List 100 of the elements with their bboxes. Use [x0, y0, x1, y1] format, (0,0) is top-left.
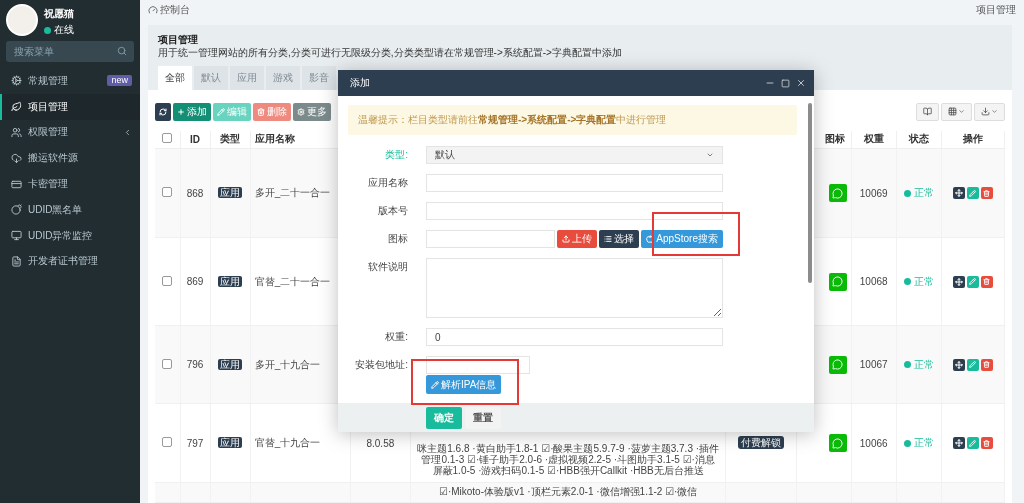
- pencil-icon: [431, 380, 439, 389]
- table-cell-text: 咪主题1.6.8 ·黄白助手1.8-1 ☑·酸果主题5.9.7-9 ·菠萝主题3.7.3 ·插件管理0.1-3 ☑·锤子助手2.0-6 ·虚拟视频2.2-5 ·斗图助手3.1-5 ☑·消息屏蔽1.0-5 ·游戏扫码0.1-5 ☑·HBB强开Callkit ·HBB无后台推送: [416, 443, 721, 478]
- upload-icon: [562, 235, 571, 243]
- toggle-view-button[interactable]: [916, 102, 939, 121]
- menu-item[interactable]: 搬运软件源: [0, 145, 140, 172]
- breadcrumb-current: 项目管理: [976, 2, 1016, 17]
- plus-icon: [177, 107, 185, 116]
- type-tag: 应用: [218, 437, 243, 448]
- drag-button[interactable]: [952, 187, 965, 199]
- chat-app-icon: [828, 184, 847, 202]
- menu-search-field[interactable]: 搜索菜单: [6, 41, 134, 62]
- menu-item[interactable]: 常规管理 new: [0, 68, 140, 94]
- delete-button[interactable]: [980, 187, 993, 199]
- download-icon: [981, 107, 990, 116]
- menu-item[interactable]: UDID黑名单: [0, 197, 140, 223]
- caret-icon: [991, 108, 998, 115]
- table-cell: 869: [186, 276, 204, 287]
- users-icon: [11, 127, 22, 138]
- menu-item[interactable]: 项目管理: [0, 93, 140, 120]
- pencil-icon: [969, 278, 977, 285]
- panel-description: 用于统一管理网站的所有分类,分类可进行无限级分类,分类类型请在常规管理->系统配置->字典配置中添加: [158, 45, 623, 60]
- grid-icon: [948, 107, 957, 116]
- pay-tag: 付费解锁: [738, 436, 784, 449]
- dialog-title: 添加: [350, 76, 371, 90]
- trash-icon: [983, 278, 991, 285]
- table-cell: 多开_二十一合一: [254, 187, 331, 198]
- input-field[interactable]: [426, 230, 556, 248]
- close-icon[interactable]: [796, 78, 806, 88]
- pencil-icon: [969, 361, 977, 368]
- delete-button[interactable]: [980, 275, 993, 288]
- input-field[interactable]: 0: [426, 328, 723, 346]
- menu-item[interactable]: 权限管理: [0, 119, 140, 146]
- field-label: 应用名称: [367, 176, 408, 190]
- avatar: [6, 4, 38, 36]
- status-label: 正常: [903, 436, 934, 450]
- refresh-button[interactable]: [155, 102, 171, 121]
- table-cell: 8.0.58: [366, 437, 395, 449]
- status-label: 正常: [903, 357, 934, 372]
- type-tag: 应用: [218, 187, 243, 198]
- more-button[interactable]: 更多: [293, 102, 331, 121]
- column-header: 权重: [851, 130, 897, 149]
- table-cell: 多开_十九合一: [254, 358, 321, 370]
- field-label: 图标: [387, 232, 408, 246]
- drag-button[interactable]: [952, 437, 965, 449]
- online-dot: [44, 26, 51, 34]
- menu-item[interactable]: 开发者证书管理: [0, 248, 140, 275]
- field-label: 软件说明: [367, 260, 408, 274]
- breadcrumb-link[interactable]: 控制台: [160, 2, 190, 17]
- leaf-icon: [11, 101, 22, 113]
- row-checkbox[interactable]: [162, 358, 173, 369]
- trash-icon: [983, 189, 991, 197]
- input-field[interactable]: [426, 202, 723, 220]
- menu-item[interactable]: UDID异常监控: [0, 222, 140, 249]
- search-icon: [117, 46, 127, 56]
- input-field[interactable]: [426, 174, 723, 192]
- row-checkbox[interactable]: [162, 275, 173, 286]
- columns-button[interactable]: [941, 102, 972, 121]
- bomb-icon: [11, 204, 22, 216]
- table-cell: 10066: [859, 437, 888, 449]
- status-label: 正常: [903, 274, 934, 289]
- select-all-checkbox[interactable]: [162, 133, 173, 144]
- type-tag: 应用: [218, 275, 243, 287]
- row-checkbox[interactable]: [162, 187, 173, 197]
- field-label: 权重:: [384, 330, 408, 344]
- delete-button[interactable]: [980, 358, 993, 371]
- caret-icon: [958, 108, 965, 115]
- chat-app-icon: [828, 434, 847, 452]
- field-label: 版本号: [377, 204, 408, 218]
- type-tag: 应用: [218, 358, 243, 370]
- table-cell: 796: [186, 359, 204, 370]
- user-status: 在线: [54, 23, 74, 37]
- column-header: 状态: [896, 130, 942, 149]
- pencil-icon: [217, 107, 225, 116]
- status-label: 正常: [903, 186, 934, 200]
- table-cell: 官替_十九合一: [254, 437, 321, 448]
- delete-button[interactable]: [980, 437, 993, 449]
- move-icon: [954, 189, 963, 197]
- table-cell: 797: [186, 437, 204, 449]
- user-name: 祝愿猫: [44, 7, 74, 21]
- row-checkbox[interactable]: [162, 437, 173, 447]
- refresh-icon: [159, 107, 167, 116]
- export-button[interactable]: [974, 102, 1005, 121]
- choose-button[interactable]: 选择: [599, 230, 640, 248]
- new-badge: new: [107, 75, 132, 87]
- add-button[interactable]: 添加: [173, 102, 211, 121]
- category-tab[interactable]: 全部: [158, 65, 192, 90]
- drag-button[interactable]: [952, 275, 965, 288]
- maximize-icon[interactable]: [781, 78, 790, 88]
- menu-item[interactable]: 卡密管理: [0, 171, 140, 197]
- reset-button[interactable]: 重置: [465, 406, 501, 429]
- drag-button[interactable]: [952, 358, 965, 371]
- type-select[interactable]: 默认: [426, 146, 723, 164]
- table-cell-text: ☑·Mikoto-体验版v1 ·顶栏元素2.0-1 ·微信增强1.1-2 ☑·微信: [437, 485, 699, 497]
- table-cell: 官替_二十一合一: [254, 275, 331, 287]
- document-icon: [11, 255, 22, 267]
- field-label: 类型:: [384, 148, 408, 162]
- cloud-download-icon: [11, 152, 22, 164]
- dashboard-icon: [148, 4, 158, 15]
- upload-button[interactable]: 上传: [557, 230, 598, 248]
- trash-icon: [983, 439, 991, 447]
